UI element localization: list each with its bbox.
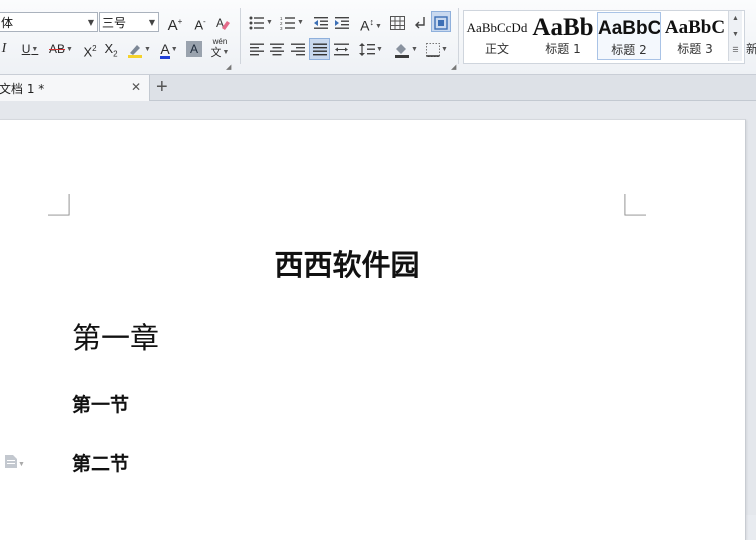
svg-text:3: 3 <box>280 26 283 30</box>
numbered-list-button[interactable]: 123 ▼ <box>279 12 305 32</box>
border-icon <box>426 42 441 57</box>
style-normal-sample: AaBbCcDd <box>466 20 528 35</box>
show-marks-button[interactable] <box>412 12 428 32</box>
align-left-icon <box>250 43 264 56</box>
style-heading-3-sample: AaBbC <box>664 17 726 38</box>
chevron-down-icon[interactable]: ▼ <box>149 13 155 33</box>
bullet-list-button[interactable]: ▼ <box>248 12 274 32</box>
style-heading-2-sample: AaBbC <box>598 18 660 39</box>
align-right-icon <box>291 43 305 56</box>
style-heading-3-name: 标题 3 <box>677 42 713 56</box>
style-normal[interactable]: AaBbCcDd 正文 <box>465 12 529 60</box>
italic-label: I <box>1 41 7 56</box>
strikethrough-button[interactable]: AB▼ <box>46 39 76 59</box>
more-styles-icon[interactable]: ☰ <box>729 43 742 59</box>
superscript-label: X <box>83 44 93 60</box>
style-normal-name: 正文 <box>484 42 509 56</box>
margin-corner-mark <box>624 194 646 216</box>
shading-button[interactable]: ▼ <box>392 39 420 59</box>
eraser-icon: A <box>216 16 230 30</box>
numbered-list-icon: 123 <box>280 16 296 31</box>
scroll-up-icon[interactable]: ▲ <box>729 11 742 27</box>
chevron-down-icon[interactable]: ▼ <box>88 13 94 33</box>
subscript-button[interactable]: X2 <box>101 39 121 59</box>
bullet-list-icon <box>249 16 265 30</box>
chevron-down-icon[interactable]: ▼ <box>18 461 25 468</box>
phonetic-char: 文 <box>210 46 222 59</box>
document-icon <box>5 455 17 469</box>
align-left-button[interactable] <box>248 39 266 59</box>
line-spacing-button[interactable]: ▼ <box>357 39 385 59</box>
highlight-button[interactable]: ▼ <box>126 39 152 59</box>
decrease-indent-button[interactable] <box>312 12 330 32</box>
font-size-value: 三号 <box>102 16 127 30</box>
paragraph-dialog-launcher-icon[interactable]: ◢ <box>451 63 456 71</box>
text-direction-button[interactable]: A↕▼ <box>357 12 385 34</box>
style-heading-1-sample: AaBb <box>532 14 594 41</box>
underline-button[interactable]: U▼ <box>17 39 43 59</box>
justify-button[interactable] <box>309 38 330 60</box>
line-spacing-icon <box>359 43 376 57</box>
ribbon-toolbar: 体 ▼ 三号 ▼ A+ A- A ▼ 123 ▼ A↕▼ I U▼ AB▼ X2… <box>0 0 756 75</box>
tab-document-title: 文档 1 * <box>0 82 45 96</box>
table-button[interactable] <box>388 12 406 32</box>
distributed-align-button[interactable] <box>332 39 350 59</box>
superscript-button[interactable]: X2 <box>80 39 100 59</box>
paragraph-handle[interactable]: ▼ <box>4 453 25 471</box>
document-canvas: 西西软件园 第一章 第一节 第二节 ▼ <box>0 101 756 540</box>
font-name-combo[interactable]: 体 ▼ <box>0 12 98 32</box>
table-icon <box>389 15 405 30</box>
subscript-label: X <box>104 41 114 56</box>
close-icon[interactable]: ✕ <box>131 80 141 94</box>
page-frame-icon <box>434 16 448 30</box>
document-tab-bar: 文档 1 * ✕ + <box>0 75 756 101</box>
style-gallery-scroller[interactable]: ▲ ▼ ☰ <box>728 11 742 61</box>
document-title: 西西软件园 <box>274 248 420 282</box>
align-center-button[interactable] <box>268 39 286 59</box>
paragraph-mark-icon <box>415 16 425 29</box>
font-dialog-launcher-icon[interactable]: ◢ <box>226 63 231 71</box>
grow-font-button[interactable]: A+ <box>164 12 186 34</box>
style-heading-1[interactable]: AaBb 标题 1 <box>531 12 595 60</box>
font-color-button[interactable]: A▼ <box>155 39 183 59</box>
page-view-button[interactable] <box>431 11 451 32</box>
italic-button[interactable]: I <box>0 39 10 59</box>
scroll-down-icon[interactable]: ▼ <box>729 27 742 43</box>
highlighter-icon <box>128 44 143 58</box>
document-page[interactable]: 西西软件园 第一章 第一节 第二节 ▼ <box>0 119 746 540</box>
shrink-font-button[interactable]: A- <box>189 12 211 32</box>
section-heading-2: 第二节 <box>72 453 130 475</box>
border-button[interactable]: ▼ <box>423 39 451 59</box>
tab-document-1[interactable]: 文档 1 * ✕ <box>0 75 150 101</box>
distributed-align-icon <box>333 43 349 56</box>
font-name-value: 体 <box>1 16 14 30</box>
font-color-label: A <box>160 41 170 59</box>
style-heading-1-name: 标题 1 <box>545 42 581 56</box>
new-tab-button[interactable]: + <box>156 75 168 99</box>
style-heading-3[interactable]: AaBbC 标题 3 <box>663 12 727 60</box>
paint-bucket-icon <box>395 43 410 58</box>
style-heading-2-name: 标题 2 <box>611 43 647 57</box>
font-size-combo[interactable]: 三号 ▼ <box>99 12 159 32</box>
justify-icon <box>312 43 327 56</box>
char-shading-label: A <box>189 42 198 56</box>
clear-format-button[interactable]: A <box>213 12 233 32</box>
section-heading-1: 第一节 <box>72 394 130 416</box>
style-heading-2[interactable]: AaBbC 标题 2 <box>597 12 661 60</box>
char-shading-button[interactable]: A <box>186 41 202 57</box>
phonetic-guide-button[interactable]: wén 文▼ <box>206 37 234 61</box>
underline-label: U <box>21 42 31 56</box>
shrink-font-label: A <box>194 17 203 33</box>
align-right-button[interactable] <box>289 39 307 59</box>
grow-font-label: A <box>167 17 178 34</box>
increase-indent-icon <box>335 16 349 29</box>
chapter-heading: 第一章 <box>72 321 160 355</box>
align-center-icon <box>270 43 284 56</box>
margin-corner-mark <box>48 194 70 216</box>
decrease-indent-icon <box>314 16 328 29</box>
increase-indent-button[interactable] <box>333 12 351 32</box>
new-style-button[interactable]: 新 <box>746 40 756 57</box>
strikethrough-label: AB <box>49 42 66 56</box>
